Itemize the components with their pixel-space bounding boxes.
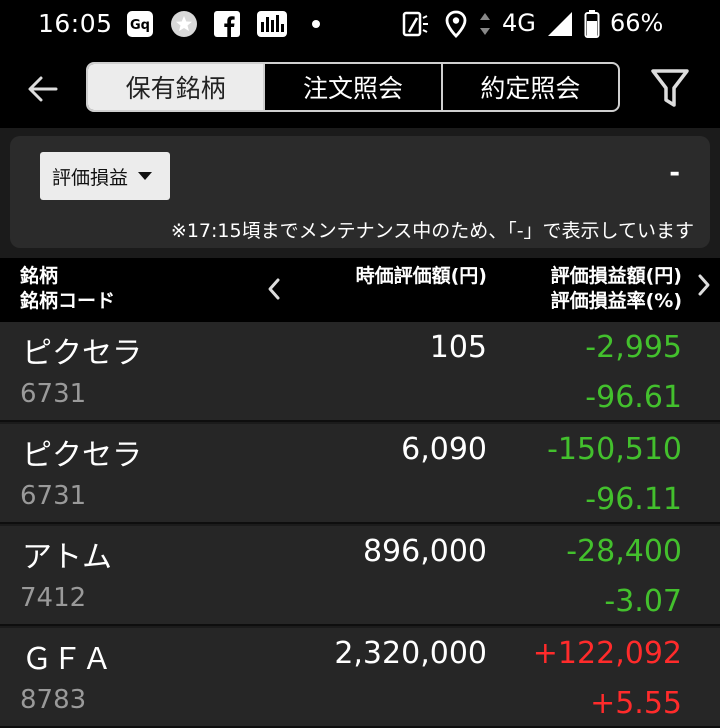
pl-rate: +5.55 (590, 686, 682, 721)
chevron-right-icon[interactable] (696, 272, 712, 298)
star-badge-icon (170, 10, 198, 38)
stock-name: ピクセラ (22, 336, 142, 371)
status-bar: 16:05 Gq 4G 66% (0, 0, 720, 50)
stock-code: 8783 (20, 685, 87, 715)
header-pl-amount-label: 評価損益額(円) (550, 265, 682, 287)
caret-down-icon (138, 172, 153, 180)
screen-rotate-icon (400, 10, 430, 38)
market-value: 105 (429, 330, 487, 365)
table-row[interactable]: ＧＦＡ 8783 2,320,000 +122,092 +5.55 (0, 628, 720, 728)
header-pl-rate-label: 評価損益率(%) (550, 290, 682, 312)
table-row[interactable]: ピクセラ 6731 105 -2,995 -96.61 (0, 322, 720, 422)
stock-name: アトム (22, 540, 112, 575)
stock-code: 7412 (20, 583, 87, 613)
back-arrow-icon[interactable] (26, 72, 60, 106)
maintenance-notice: ※17:15頃までメンテナンス中のため、「-」で表示しています (170, 220, 694, 242)
signal-icon (546, 10, 574, 38)
table-row[interactable]: アトム 7412 896,000 -28,400 -3.07 (0, 526, 720, 626)
market-value: 896,000 (362, 534, 487, 569)
pl-amount: -2,995 (585, 330, 682, 365)
table-row[interactable]: ピクセラ 6731 6,090 -150,510 -96.11 (0, 424, 720, 524)
battery-level: 66% (610, 9, 664, 37)
header-code-label: 銘柄コード (20, 290, 116, 312)
header-name-label: 銘柄 (20, 265, 59, 287)
dot-icon (310, 10, 322, 38)
stock-code: 6731 (20, 481, 87, 511)
pl-amount: -28,400 (566, 534, 682, 569)
svg-text:Gq: Gq (130, 18, 150, 33)
tab-order-inquiry[interactable]: 注文照会 (265, 64, 443, 110)
auto-icon: Gq (126, 10, 154, 38)
status-time: 16:05 (38, 9, 113, 38)
segmented-tabs: 保有銘柄 注文照会 約定照会 (86, 62, 620, 112)
chart-app-icon (256, 10, 288, 38)
pl-rate: -3.07 (604, 584, 682, 619)
header-col-pl: 評価損益額(円) 評価損益率(%) (551, 264, 682, 314)
pl-rate: -96.11 (585, 482, 682, 517)
header-col-name: 銘柄 銘柄コード (20, 264, 115, 314)
location-icon (444, 10, 468, 38)
metric-dropdown[interactable]: 評価損益 (40, 152, 170, 200)
pl-rate: -96.61 (585, 380, 682, 415)
tab-execution-inquiry[interactable]: 約定照会 (443, 64, 618, 110)
pl-amount: -150,510 (547, 432, 682, 467)
market-value: 2,320,000 (334, 636, 487, 671)
summary-card: 評価損益 - ※17:15頃までメンテナンス中のため、「-」で表示しています (10, 136, 710, 248)
data-arrows-icon (478, 10, 492, 38)
market-value: 6,090 (401, 432, 487, 467)
stock-name: ピクセラ (22, 438, 142, 473)
chevron-left-icon[interactable] (265, 276, 283, 302)
stock-name: ＧＦＡ (22, 642, 112, 677)
pl-amount: +122,092 (532, 636, 682, 671)
top-nav: 保有銘柄 注文照会 約定照会 (0, 50, 720, 128)
stock-code: 6731 (20, 379, 87, 409)
metric-dropdown-label: 評価損益 (52, 166, 129, 189)
header-market-value: 時価評価額(円) (355, 265, 487, 287)
battery-icon (584, 10, 600, 38)
facebook-icon (214, 10, 240, 38)
network-type: 4G (502, 9, 536, 37)
filter-icon[interactable] (650, 67, 690, 111)
table-header: 銘柄 銘柄コード 時価評価額(円) 評価損益額(円) 評価損益率(%) (0, 258, 720, 322)
tab-holdings[interactable]: 保有銘柄 (88, 64, 266, 110)
summary-value: - (669, 158, 680, 188)
